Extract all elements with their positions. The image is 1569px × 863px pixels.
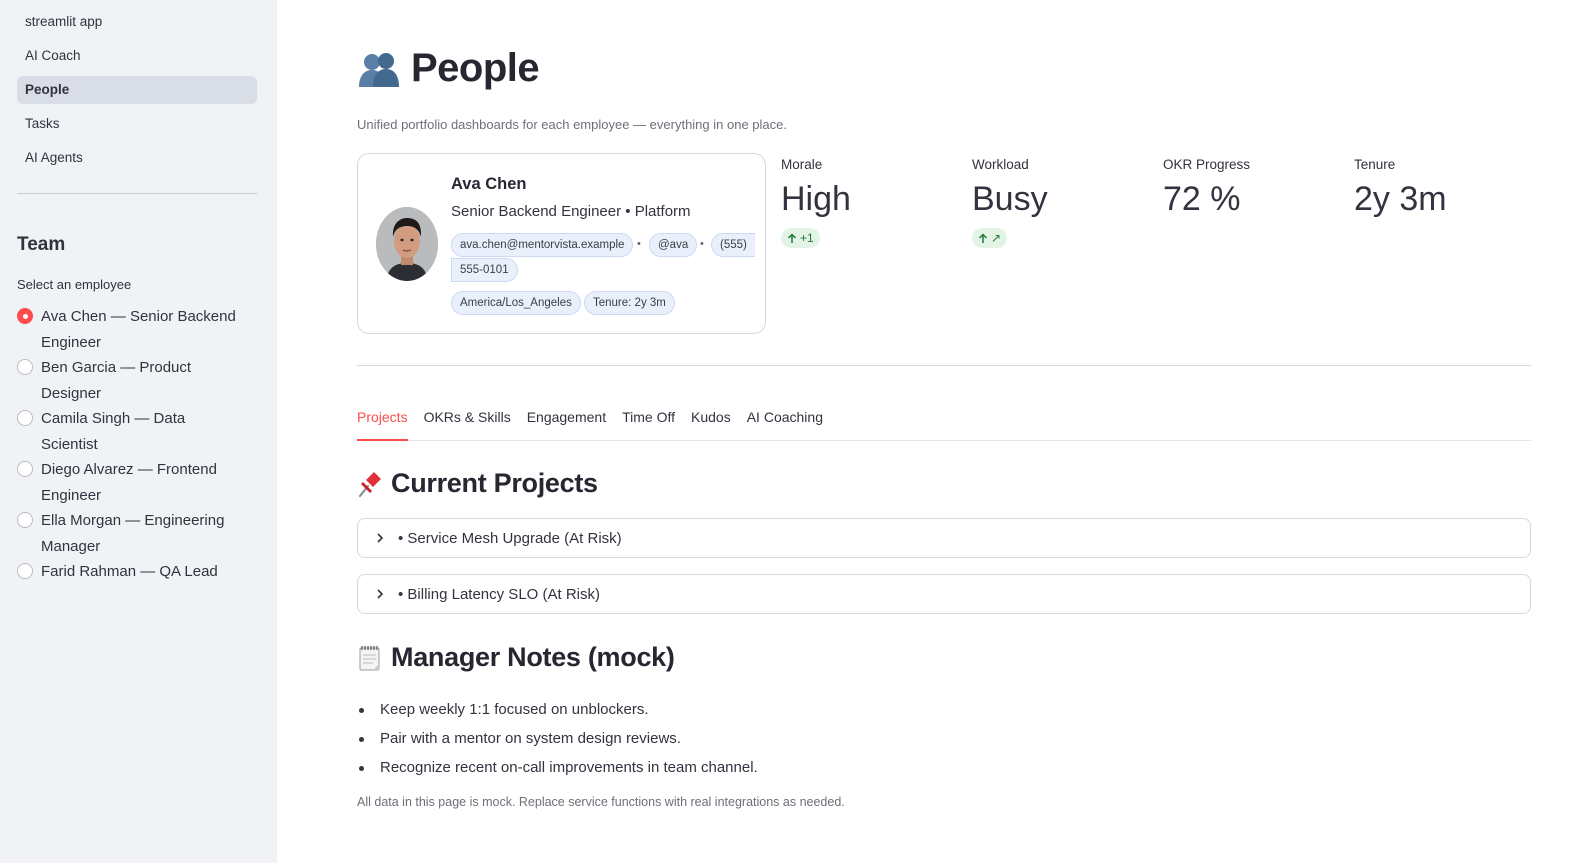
employee-option[interactable]: Ava Chen — Senior Backend Engineer: [17, 304, 257, 355]
notepad-icon: [359, 645, 380, 670]
profile-name: Ava Chen: [451, 175, 527, 193]
metric-value: 2y 3m: [1354, 180, 1447, 218]
radio-button-selected[interactable]: [17, 308, 33, 324]
list-item: Recognize recent on-call improvements in…: [357, 753, 758, 782]
nav-item-people[interactable]: People: [17, 76, 257, 104]
metric-label: Tenure: [1354, 157, 1396, 172]
tab-engagement[interactable]: Engagement: [527, 401, 606, 440]
metric-tenure: Tenure 2y 3m: [1354, 157, 1447, 216]
handle-chip: @ava: [649, 233, 698, 257]
metric-label: Morale: [781, 157, 823, 172]
metric-label: OKR Progress: [1163, 157, 1251, 172]
employee-option[interactable]: Farid Rahman — QA Lead: [17, 559, 257, 585]
employee-option-label: Camila Singh — Data Scientist: [41, 410, 186, 453]
metric-label: Workload: [972, 157, 1029, 172]
chevron-right-icon: [377, 533, 384, 543]
metric-morale: Morale High +1: [781, 157, 851, 249]
metric-delta: ↗: [972, 228, 1008, 248]
metric-value: Busy: [972, 180, 1048, 218]
radio-button[interactable]: [17, 512, 33, 528]
nav-item-tasks[interactable]: Tasks: [17, 110, 257, 138]
tab-okrs-skills[interactable]: OKRs & Skills: [424, 401, 511, 440]
project-expander-label: • Service Mesh Upgrade (At Risk): [398, 529, 622, 547]
metric-value: 72 %: [1163, 180, 1241, 218]
page-title: People: [357, 46, 540, 91]
list-item: Pair with a mentor on system design revi…: [357, 724, 758, 753]
separator-dot: •: [637, 238, 641, 250]
team-heading: Team: [17, 234, 66, 255]
metric-delta: +1: [781, 228, 820, 248]
employee-option-label: Farid Rahman — QA Lead: [41, 563, 218, 580]
email-chip: ava.chen@mentorvista.example: [451, 233, 634, 257]
sidebar: streamlit app AI Coach People Tasks AI A…: [0, 0, 277, 863]
radio-button[interactable]: [17, 410, 33, 426]
metric-okr-progress: OKR Progress 72 %: [1163, 157, 1250, 216]
manager-notes-heading-text: Manager Notes (mock): [391, 642, 675, 672]
nav-item-streamlit-app[interactable]: streamlit app: [17, 8, 257, 36]
arrow-up-icon: [978, 232, 988, 243]
manager-notes-list: Keep weekly 1:1 focused on unblockers. P…: [357, 695, 758, 782]
avatar-portrait-icon: [376, 207, 438, 281]
metric-delta-value: +1: [800, 231, 814, 245]
timezone-chip: America/Los_Angeles: [451, 291, 581, 315]
employee-radio-group: Ava Chen — Senior Backend Engineer Ben G…: [17, 304, 257, 585]
avatar: [376, 207, 438, 281]
main-content: People Unified portfolio dashboards for …: [357, 0, 1531, 863]
metric-delta-value: ↗: [991, 231, 1002, 245]
radio-button[interactable]: [17, 563, 33, 579]
page-subtitle: Unified portfolio dashboards for each em…: [357, 117, 787, 132]
employee-option-label: Ben Garcia — Product Designer: [41, 359, 192, 402]
employee-option-label: Ava Chen — Senior Backend Engineer: [41, 308, 236, 351]
current-projects-heading: Current Projects: [357, 468, 598, 499]
tab-bar: Projects OKRs & Skills Engagement Time O…: [357, 401, 1531, 441]
current-projects-heading-text: Current Projects: [391, 468, 598, 498]
phone-chip-continued: 555-0101: [451, 258, 518, 282]
list-item: Keep weekly 1:1 focused on unblockers.: [357, 695, 758, 724]
pushpin-icon: [358, 471, 381, 497]
arrow-up-icon: [787, 232, 797, 243]
metric-value: High: [781, 180, 851, 218]
profile-card: Ava Chen Senior Backend Engineer • Platf…: [357, 153, 766, 334]
employee-option[interactable]: Ben Garcia — Product Designer: [17, 355, 257, 406]
tab-projects[interactable]: Projects: [357, 401, 408, 441]
nav-item-ai-agents[interactable]: AI Agents: [17, 144, 257, 172]
project-expander[interactable]: • Billing Latency SLO (At Risk): [357, 574, 1531, 614]
page-title-text: People: [411, 46, 540, 90]
employee-option[interactable]: Ella Morgan — Engineering Manager: [17, 508, 257, 559]
footnote-caption: All data in this page is mock. Replace s…: [357, 795, 845, 809]
profile-role: Senior Backend Engineer • Platform: [451, 203, 691, 220]
section-divider: [357, 365, 1531, 366]
chevron-right-icon: [377, 589, 384, 599]
employee-option-label: Diego Alvarez — Frontend Engineer: [41, 461, 217, 504]
radio-button[interactable]: [17, 461, 33, 477]
employee-option-label: Ella Morgan — Engineering Manager: [41, 512, 225, 555]
radio-button[interactable]: [17, 359, 33, 375]
manager-notes-heading: Manager Notes (mock): [357, 642, 675, 673]
employee-select-label: Select an employee: [17, 277, 132, 292]
busts-in-silhouette-icon: [359, 52, 399, 87]
tab-time-off[interactable]: Time Off: [622, 401, 675, 440]
tab-kudos[interactable]: Kudos: [691, 401, 731, 440]
separator-dot: •: [700, 238, 704, 250]
employee-option[interactable]: Camila Singh — Data Scientist: [17, 406, 257, 457]
nav-item-ai-coach[interactable]: AI Coach: [17, 42, 257, 70]
sidebar-divider: [17, 193, 257, 194]
metric-workload: Workload Busy ↗: [972, 157, 1048, 249]
project-expander[interactable]: • Service Mesh Upgrade (At Risk): [357, 518, 1531, 558]
sidebar-nav: streamlit app AI Coach People Tasks AI A…: [17, 8, 257, 178]
phone-chip: (555): [711, 233, 755, 257]
tenure-chip: Tenure: 2y 3m: [584, 291, 675, 315]
project-expander-label: • Billing Latency SLO (At Risk): [398, 585, 600, 603]
tab-ai-coaching[interactable]: AI Coaching: [747, 401, 823, 440]
employee-option[interactable]: Diego Alvarez — Frontend Engineer: [17, 457, 257, 508]
